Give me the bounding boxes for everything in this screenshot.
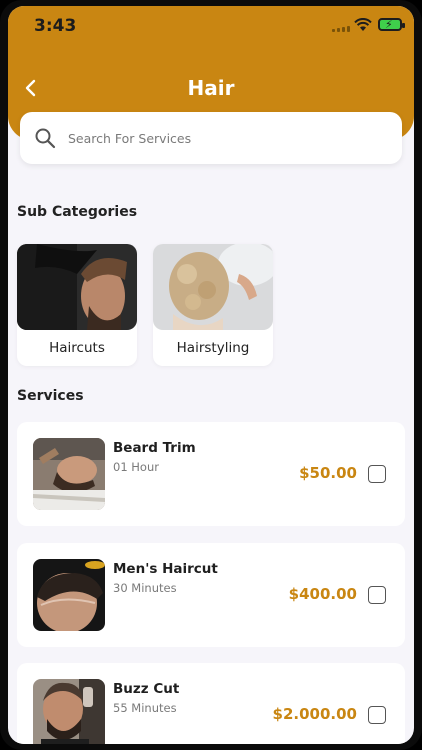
- page-title: Hair: [187, 76, 235, 100]
- device-frame: 3:43 ⚡ Hair Sub Categories: [0, 0, 422, 750]
- services-heading: Services: [17, 388, 84, 404]
- cellular-signal-icon: [332, 26, 350, 32]
- service-duration: 30 Minutes: [113, 581, 177, 595]
- service-price: $50.00: [299, 464, 357, 482]
- battery-icon: ⚡: [378, 18, 405, 31]
- search-bar[interactable]: [20, 112, 402, 164]
- status-time: 3:43: [34, 16, 77, 36]
- service-item-mens-haircut[interactable]: Men's Haircut 30 Minutes $400.00: [17, 543, 405, 647]
- service-checkbox[interactable]: [368, 586, 386, 604]
- mens-haircut-image: [33, 559, 105, 631]
- service-checkbox[interactable]: [368, 465, 386, 483]
- service-price: $2.000.00: [272, 705, 357, 723]
- service-duration: 55 Minutes: [113, 701, 177, 715]
- haircuts-image: [17, 244, 137, 330]
- category-card-haircuts[interactable]: Haircuts: [17, 244, 137, 366]
- status-bar: 3:43 ⚡: [8, 6, 414, 46]
- search-input[interactable]: [68, 126, 368, 150]
- sub-categories-heading: Sub Categories: [17, 204, 138, 220]
- category-card-hairstyling[interactable]: Hairstyling: [153, 244, 273, 366]
- category-label-haircuts: Haircuts: [49, 340, 105, 356]
- service-duration: 01 Hour: [113, 460, 159, 474]
- service-item-beard-trim[interactable]: Beard Trim 01 Hour $50.00: [17, 422, 405, 526]
- wifi-icon: [354, 18, 372, 31]
- service-checkbox[interactable]: [368, 706, 386, 724]
- service-item-buzz-cut[interactable]: Buzz Cut 55 Minutes $2.000.00: [17, 663, 405, 744]
- app-screen: 3:43 ⚡ Hair Sub Categories: [8, 6, 414, 744]
- category-label-hairstyling: Hairstyling: [176, 340, 250, 356]
- service-name: Beard Trim: [113, 440, 196, 456]
- service-name: Men's Haircut: [113, 561, 218, 577]
- buzz-cut-image: [33, 679, 105, 744]
- search-icon: [35, 128, 56, 149]
- service-price: $400.00: [288, 585, 357, 603]
- service-name: Buzz Cut: [113, 681, 180, 697]
- beard-trim-image: [33, 438, 105, 510]
- hairstyling-image: [153, 244, 273, 330]
